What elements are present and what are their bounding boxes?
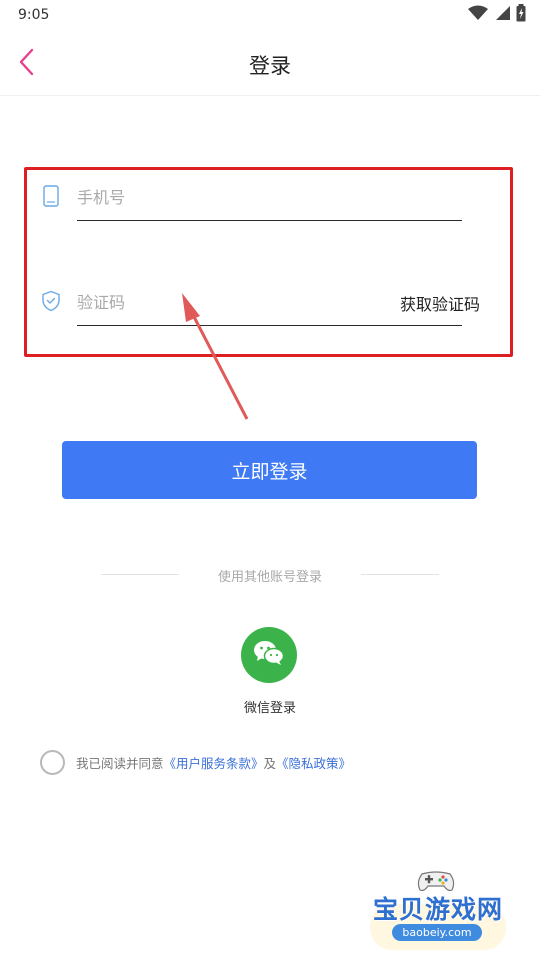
- watermark-title: 宝贝游戏网: [372, 895, 503, 924]
- agreement-prefix: 我已阅读并同意: [76, 755, 164, 771]
- divider-right: [361, 574, 439, 575]
- status-icons: [468, 4, 526, 26]
- shield-check-icon: [40, 288, 62, 314]
- wechat-login-button[interactable]: [241, 627, 297, 683]
- phone-icon: [40, 183, 62, 209]
- phone-field: [40, 173, 462, 233]
- page-title: 登录: [249, 54, 291, 78]
- code-field: 获取验证码: [40, 278, 480, 338]
- watermark-domain: baobeiy.com: [392, 924, 482, 941]
- get-code-button[interactable]: 获取验证码: [400, 291, 480, 315]
- header-bar: 登录: [0, 32, 540, 96]
- agreement-conjunction: 及: [263, 755, 277, 771]
- agreement-text: 我已阅读并同意《用户服务条款》及《隐私政策》: [76, 753, 351, 772]
- wechat-icon: [253, 639, 285, 671]
- status-time: 9:05: [18, 7, 50, 23]
- privacy-link[interactable]: 《隐私政策》: [276, 756, 351, 771]
- code-input[interactable]: [77, 278, 377, 326]
- phone-input[interactable]: [77, 173, 377, 221]
- phone-underline: [77, 220, 462, 221]
- wechat-login-label: 微信登录: [243, 701, 296, 716]
- login-button[interactable]: 立即登录: [62, 441, 477, 499]
- wifi-icon: [468, 5, 488, 25]
- battery-charging-icon: [516, 4, 526, 26]
- agreement-checkbox[interactable]: [40, 749, 65, 775]
- signal-icon: [494, 5, 510, 25]
- agreement-row: 我已阅读并同意《用户服务条款》及《隐私政策》: [40, 749, 351, 775]
- site-watermark: 宝贝游戏网 baobeiy.com: [362, 866, 512, 956]
- code-underline: [77, 325, 462, 326]
- status-bar: 9:05: [0, 0, 540, 32]
- login-screen: 9:05 登录 手机号 验证码 获取验证码 立即登录 使用其他账号登录 微信登录…: [0, 0, 540, 960]
- terms-link[interactable]: 《用户服务条款》: [164, 756, 264, 771]
- other-login-label: 使用其他账号登录: [217, 570, 322, 585]
